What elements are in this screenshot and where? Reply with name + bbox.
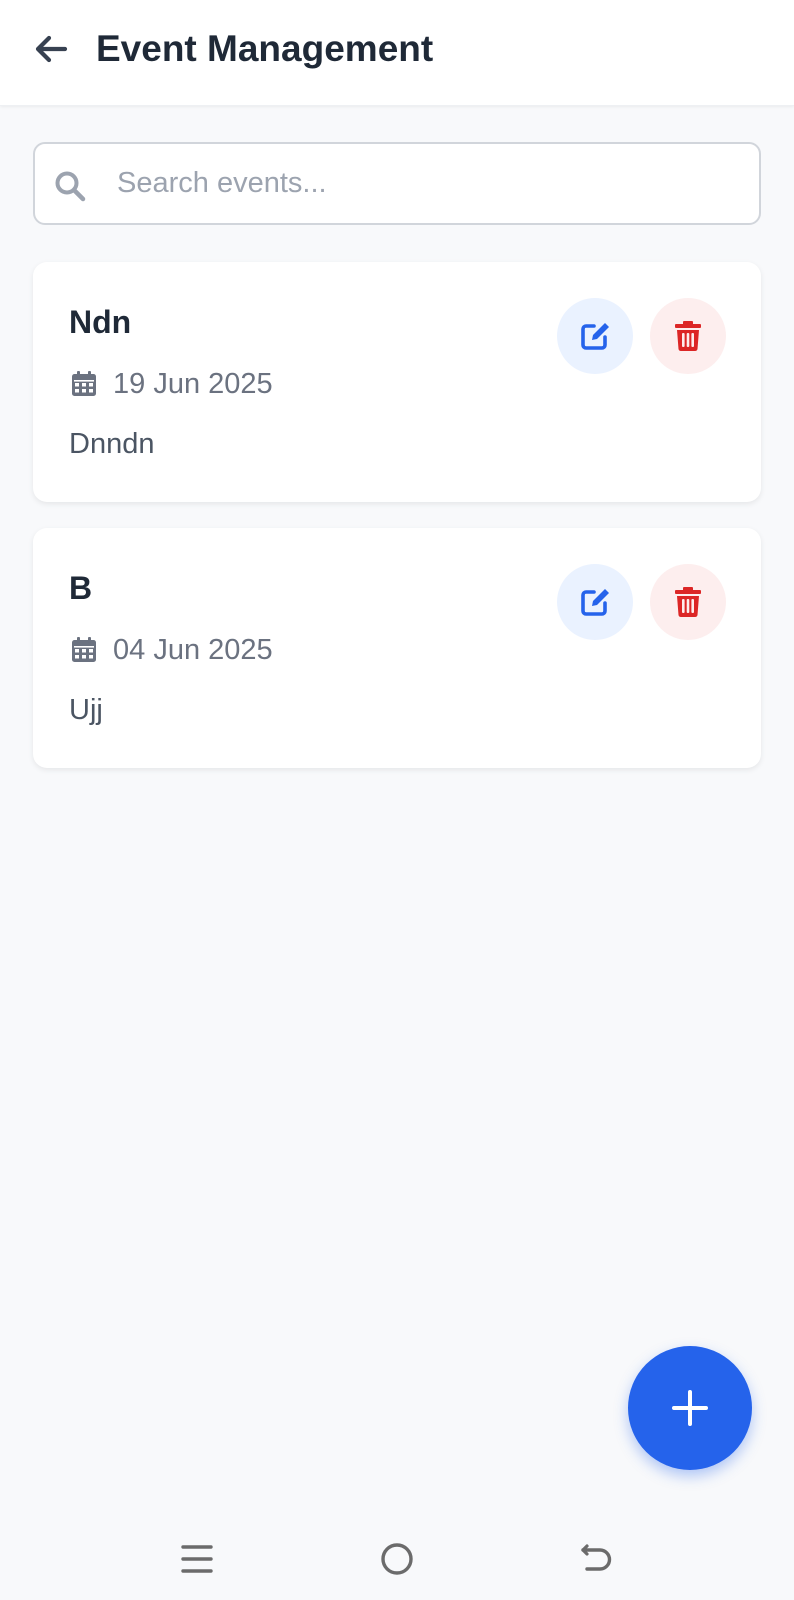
- search-icon: [55, 171, 86, 202]
- search-input[interactable]: [117, 144, 747, 223]
- edit-event-button[interactable]: [557, 564, 633, 640]
- event-description: Ujj: [69, 694, 103, 726]
- event-card[interactable]: B 04 Jun 2025 Ujj: [33, 528, 761, 768]
- edit-icon: [581, 323, 609, 350]
- edit-icon: [581, 589, 609, 616]
- add-event-button[interactable]: [628, 1346, 752, 1470]
- nav-home-button[interactable]: [367, 1534, 427, 1584]
- home-icon: [381, 1543, 413, 1575]
- page-title: Event Management: [96, 28, 434, 69]
- nav-back-button[interactable]: [567, 1534, 627, 1584]
- back-button[interactable]: [28, 26, 74, 72]
- event-date: 19 Jun 2025: [113, 367, 273, 400]
- calendar-icon: [72, 637, 96, 662]
- event-card[interactable]: Ndn 19 Jun 2025 Dnndn: [33, 262, 761, 502]
- trash-icon: [675, 321, 701, 352]
- delete-event-button[interactable]: [650, 298, 726, 374]
- event-description: Dnndn: [69, 428, 155, 460]
- calendar-icon: [72, 371, 96, 396]
- event-title: Ndn: [69, 304, 132, 340]
- arrow-left-icon: [35, 35, 68, 63]
- back-icon: [581, 1544, 612, 1571]
- trash-icon: [675, 587, 701, 618]
- menu-icon: [181, 1545, 213, 1573]
- system-nav-bar: [0, 1520, 794, 1600]
- event-title: B: [69, 570, 93, 606]
- event-date: 04 Jun 2025: [113, 633, 273, 666]
- app-header: Event Management: [0, 0, 794, 106]
- event-date-row: 19 Jun 2025: [69, 364, 273, 404]
- delete-event-button[interactable]: [650, 564, 726, 640]
- edit-event-button[interactable]: [557, 298, 633, 374]
- nav-recent-apps-button[interactable]: [167, 1534, 227, 1584]
- app-root: Event Management Ndn 19 Jun 2025: [0, 0, 794, 1600]
- search-box: [33, 142, 761, 225]
- plus-icon: [672, 1390, 708, 1426]
- event-date-row: 04 Jun 2025: [69, 630, 273, 670]
